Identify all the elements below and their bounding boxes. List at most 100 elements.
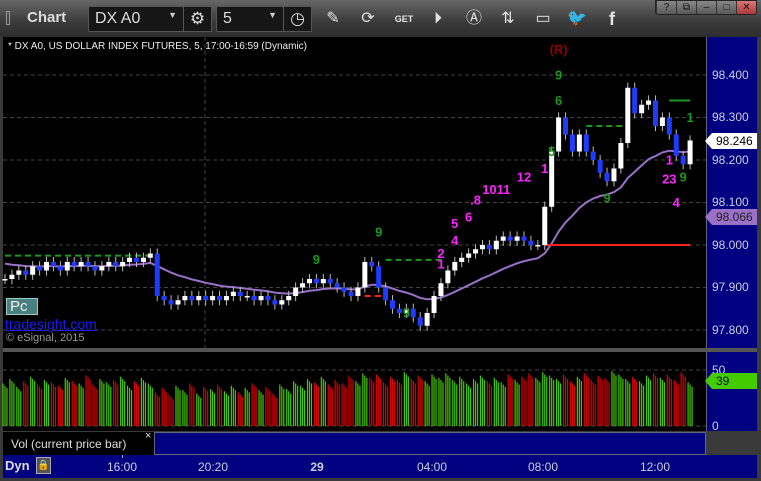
candle xyxy=(604,172,610,182)
candle xyxy=(320,279,326,284)
candle xyxy=(92,266,98,271)
candle xyxy=(30,266,36,275)
candle xyxy=(203,296,209,301)
candle xyxy=(9,274,15,279)
candle xyxy=(217,296,223,301)
candle xyxy=(556,117,562,152)
candle xyxy=(313,279,319,284)
candle xyxy=(680,155,686,165)
pc-badge[interactable]: Pc xyxy=(6,298,38,315)
candle xyxy=(2,279,8,281)
candle xyxy=(175,300,181,305)
annotation-label: 5 xyxy=(451,216,458,231)
candle xyxy=(113,262,119,267)
brand-link[interactable]: tradesight.com xyxy=(5,316,97,332)
candle xyxy=(583,134,589,152)
candle xyxy=(424,313,430,326)
annotation-label: 1 xyxy=(541,161,548,176)
candle xyxy=(300,283,306,288)
candle xyxy=(168,300,174,305)
candle xyxy=(327,279,333,284)
candle xyxy=(431,296,437,313)
candle xyxy=(549,151,555,207)
candle xyxy=(306,279,312,284)
candle xyxy=(452,262,458,271)
candle xyxy=(410,308,416,318)
candle xyxy=(659,117,665,126)
candle xyxy=(78,262,84,267)
candle xyxy=(251,296,257,301)
candle xyxy=(57,266,63,271)
candle xyxy=(223,296,229,301)
candle xyxy=(258,296,264,301)
candle xyxy=(355,287,361,296)
annotation-label: 9 xyxy=(375,225,382,240)
candle xyxy=(293,287,299,296)
candle xyxy=(632,87,638,114)
candle xyxy=(348,291,354,296)
candle xyxy=(535,245,541,247)
candle xyxy=(23,270,29,275)
candle xyxy=(486,245,492,250)
annotation-label: 5 xyxy=(548,144,555,159)
annotation-label: 2 xyxy=(437,246,444,261)
candle xyxy=(493,240,499,250)
candle xyxy=(639,104,645,114)
candle xyxy=(438,283,444,296)
candle xyxy=(459,257,465,262)
candle xyxy=(230,291,236,296)
candle xyxy=(120,262,126,267)
annotation-label: (R) xyxy=(550,42,568,57)
candle xyxy=(99,266,105,271)
candle xyxy=(528,240,534,245)
candle xyxy=(189,296,195,301)
candle xyxy=(542,206,548,245)
candle xyxy=(237,291,243,296)
candle xyxy=(500,236,506,241)
candle xyxy=(154,253,160,296)
candle xyxy=(576,134,582,152)
annotation-label: .8 xyxy=(470,193,481,208)
annotation-label: 9 xyxy=(603,191,610,206)
candle xyxy=(597,160,603,173)
candle xyxy=(106,262,112,267)
candle xyxy=(646,100,652,105)
candle xyxy=(147,253,153,258)
candle xyxy=(673,134,679,156)
annotation-label: 6 xyxy=(465,210,472,225)
candle xyxy=(569,134,575,152)
chart-info-text: * DX A0, US DOLLAR INDEX FUTURES, 5, 17:… xyxy=(8,41,307,52)
candle xyxy=(50,262,56,267)
candle xyxy=(341,287,347,292)
candle xyxy=(383,287,389,301)
candle xyxy=(625,87,631,143)
annotation-label: 9 xyxy=(403,305,410,320)
candle xyxy=(652,100,658,126)
candle xyxy=(563,117,569,135)
candle xyxy=(521,236,527,241)
annotation-label: 6 xyxy=(555,93,562,108)
candle xyxy=(334,283,340,288)
candle xyxy=(390,300,396,309)
annotation-label: 9 xyxy=(680,169,687,184)
candle xyxy=(507,236,513,241)
candle xyxy=(161,296,167,301)
candle xyxy=(479,245,485,250)
candle xyxy=(71,262,77,267)
candle xyxy=(618,143,624,169)
candle xyxy=(286,296,292,301)
candle xyxy=(514,236,520,241)
annotation-label: 23 xyxy=(662,171,676,186)
candle xyxy=(210,296,216,301)
annotation-label: 4 xyxy=(673,195,681,210)
candle xyxy=(140,257,146,262)
annotation-label: 1011 xyxy=(482,182,510,197)
candle xyxy=(376,266,382,288)
candle xyxy=(666,117,672,135)
candle xyxy=(445,270,451,284)
candle xyxy=(369,262,375,267)
moving-average-line xyxy=(4,149,691,301)
candle xyxy=(466,253,472,258)
candle xyxy=(44,262,50,271)
annotation-label: 9 xyxy=(313,252,320,267)
